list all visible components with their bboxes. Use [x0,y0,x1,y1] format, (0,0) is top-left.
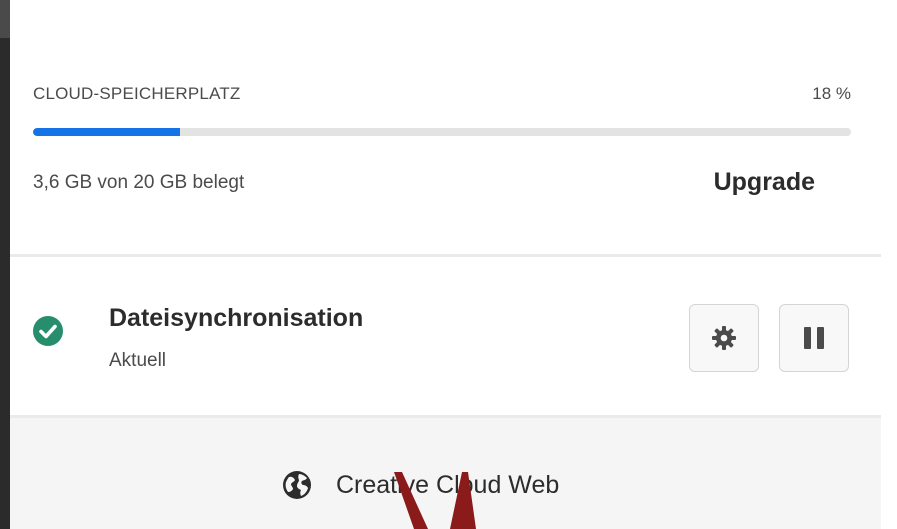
sync-status: Aktuell [109,350,167,371]
footer: Creative Cloud Web [10,418,881,529]
sync-pause-button[interactable] [779,304,849,372]
window-right-margin [881,0,897,529]
divider [10,254,881,257]
storage-progress-bar [33,128,851,136]
account-panel: CLOUD-SPEICHERPLATZ 18 % 3,6 GB von 20 G… [10,0,881,529]
sync-settings-button[interactable] [689,304,759,372]
checkmark-icon [33,316,63,346]
sync-title: Dateisynchronisation [109,304,364,332]
background-window-edge [0,0,10,529]
storage-percent: 18 % [812,84,851,103]
upgrade-button[interactable]: Upgrade [714,168,815,197]
storage-progress-fill [33,128,181,136]
storage-usage-text: 3,6 GB von 20 GB belegt [33,172,245,193]
creative-cloud-web-label: Creative Cloud Web [336,470,560,499]
globe-icon [282,470,312,500]
background-window-titlebar [0,0,10,38]
creative-cloud-panel: CLOUD-SPEICHERPLATZ 18 % 3,6 GB von 20 G… [0,0,897,529]
creative-cloud-web-link[interactable]: Creative Cloud Web [282,468,559,502]
storage-label: CLOUD-SPEICHERPLATZ [33,84,241,103]
